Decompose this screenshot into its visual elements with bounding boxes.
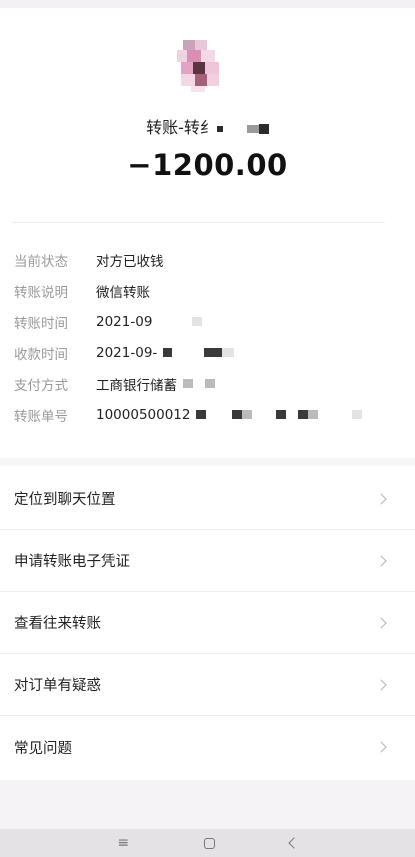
menu-item-request-receipt[interactable]: 申请转账电子凭证	[0, 530, 415, 592]
detail-value-text: 10000500012	[96, 406, 191, 423]
detail-value: 10000500012	[96, 406, 363, 423]
status-bar-strip	[0, 0, 415, 8]
transfer-title: 转账-转纟	[0, 114, 415, 138]
detail-row-order-number: 转账单号 10000500012	[14, 399, 394, 430]
action-menu: 定位到聊天位置 申请转账电子凭证 查看往来转账 对订单有疑惑 常见问题	[0, 468, 415, 778]
redacted-mark	[204, 348, 223, 357]
redacted-mark	[205, 379, 215, 388]
redacted-mark	[222, 348, 235, 357]
transfer-details: 当前状态 对方已收钱 转账说明 微信转账 转账时间 2021-09 收款时间 2…	[14, 244, 394, 430]
detail-value-text: 微信转账	[96, 284, 150, 301]
transfer-amount: −1200.00	[127, 148, 288, 182]
redacted-mark	[276, 410, 287, 419]
detail-value-text: 对方已收钱	[96, 253, 164, 270]
redacted-mark	[232, 410, 243, 419]
redacted-mark	[196, 410, 207, 419]
detail-label: 转账说明	[14, 284, 68, 301]
redacted-mark	[308, 410, 319, 419]
redacted-mark	[216, 125, 223, 132]
redacted-mark	[163, 348, 173, 357]
menu-item-label: 对订单有疑惑	[14, 678, 101, 694]
detail-label: 转账单号	[14, 408, 68, 425]
detail-value-text: 2021-09-	[96, 344, 158, 361]
detail-value-text: 2021-09	[96, 313, 153, 330]
detail-value: 微信转账	[96, 281, 150, 301]
transfer-title-text: 转账-转纟	[146, 118, 216, 137]
detail-value: 2021-09-	[96, 344, 235, 361]
chevron-right-icon	[375, 678, 387, 691]
redacted-mark	[258, 123, 269, 134]
menu-item-view-transfers[interactable]: 查看往来转账	[0, 592, 415, 654]
redacted-mark	[192, 317, 203, 326]
detail-value: 工商银行储蓄	[96, 374, 215, 394]
redacted-mark	[298, 410, 309, 419]
detail-row-receive-time: 收款时间 2021-09-	[14, 337, 394, 368]
menu-icon[interactable]: ≡	[117, 835, 129, 851]
menu-item-faq[interactable]: 常见问题	[0, 716, 415, 778]
redacted-mark	[352, 410, 363, 419]
chevron-right-icon	[375, 741, 387, 753]
redacted-mark	[242, 410, 253, 419]
back-icon[interactable]	[287, 837, 300, 849]
detail-row-transfer-time: 转账时间 2021-09	[14, 306, 394, 337]
detail-label: 转账时间	[14, 315, 68, 332]
redacted-mark	[246, 124, 259, 133]
avatar	[177, 40, 225, 92]
menu-item-label: 查看往来转账	[14, 616, 101, 632]
chevron-right-icon	[375, 616, 387, 629]
detail-value: 对方已收钱	[96, 250, 164, 270]
menu-item-locate-chat[interactable]: 定位到聊天位置	[0, 468, 415, 530]
detail-value: 2021-09	[96, 313, 203, 330]
menu-item-order-question[interactable]: 对订单有疑惑	[0, 654, 415, 716]
menu-item-label: 申请转账电子凭证	[14, 554, 130, 570]
detail-row-payment-method: 支付方式 工商银行储蓄	[14, 368, 394, 399]
detail-label: 支付方式	[14, 377, 68, 394]
home-icon[interactable]	[203, 837, 215, 849]
redacted-mark	[183, 379, 193, 388]
detail-label: 收款时间	[14, 346, 68, 363]
menu-item-label: 定位到聊天位置	[14, 492, 116, 508]
chevron-right-icon	[375, 554, 387, 567]
section-separator	[0, 458, 415, 466]
chevron-right-icon	[375, 492, 387, 505]
divider	[12, 222, 385, 223]
detail-value-text: 工商银行储蓄	[96, 377, 177, 394]
detail-label: 当前状态	[14, 253, 68, 270]
detail-row-note: 转账说明 微信转账	[14, 275, 394, 306]
system-nav-bar: ≡	[0, 829, 415, 857]
detail-row-status: 当前状态 对方已收钱	[14, 244, 394, 275]
menu-item-label: 常见问题	[14, 740, 72, 757]
